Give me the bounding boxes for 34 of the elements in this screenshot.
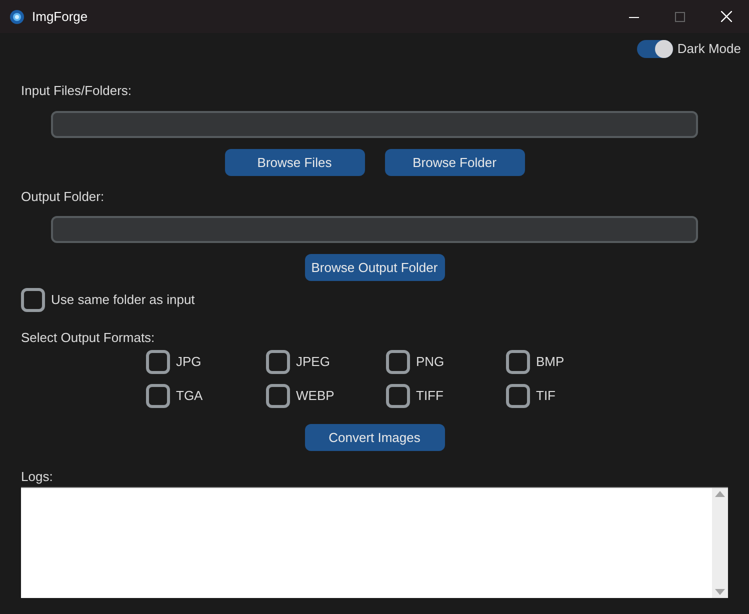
section-label: Select Output Formats: xyxy=(21,329,156,345)
checkbox-label: JPEG xyxy=(296,353,330,372)
field-label: Input Files/Folders: xyxy=(21,82,133,98)
browse-output-button[interactable]: Browse Output Folder xyxy=(304,254,444,281)
window-title: ImgForge xyxy=(32,8,88,26)
browse-button[interactable]: Browse Files xyxy=(224,149,364,176)
checkbox-label: PNG xyxy=(416,353,444,372)
app-icon xyxy=(9,8,25,24)
browse-button[interactable]: Browse Folder xyxy=(384,149,524,176)
checkbox-label: JPG xyxy=(176,353,202,372)
dark-mode-switch[interactable] xyxy=(637,40,674,58)
input-field[interactable] xyxy=(51,111,698,138)
checkbox[interactable] xyxy=(386,350,410,374)
input-field[interactable] xyxy=(51,216,698,243)
logs-label: Logs: xyxy=(21,468,54,484)
checkbox-label: TGA xyxy=(176,387,203,406)
checkbox-label: TIFF xyxy=(416,387,444,406)
checkbox[interactable] xyxy=(506,384,530,408)
checkbox[interactable] xyxy=(266,350,290,374)
checkbox[interactable] xyxy=(266,384,290,408)
dark-mode-label: Dark Mode xyxy=(677,40,741,58)
checkbox[interactable] xyxy=(146,350,170,374)
checkbox[interactable] xyxy=(506,350,530,374)
field-label: Output Folder: xyxy=(21,188,106,204)
checkbox[interactable] xyxy=(386,384,410,408)
checkbox-label: BMP xyxy=(536,353,564,372)
close-icon[interactable] xyxy=(720,11,732,22)
checkbox-label: WEBP xyxy=(296,387,334,406)
maximize-icon[interactable] xyxy=(675,12,685,22)
checkbox-label: TIF xyxy=(536,387,556,406)
checkbox-label: Use same folder as input xyxy=(51,291,195,310)
checkbox[interactable] xyxy=(146,384,170,408)
checkbox[interactable] xyxy=(21,288,45,312)
convert-button[interactable]: Convert Images xyxy=(304,424,444,451)
